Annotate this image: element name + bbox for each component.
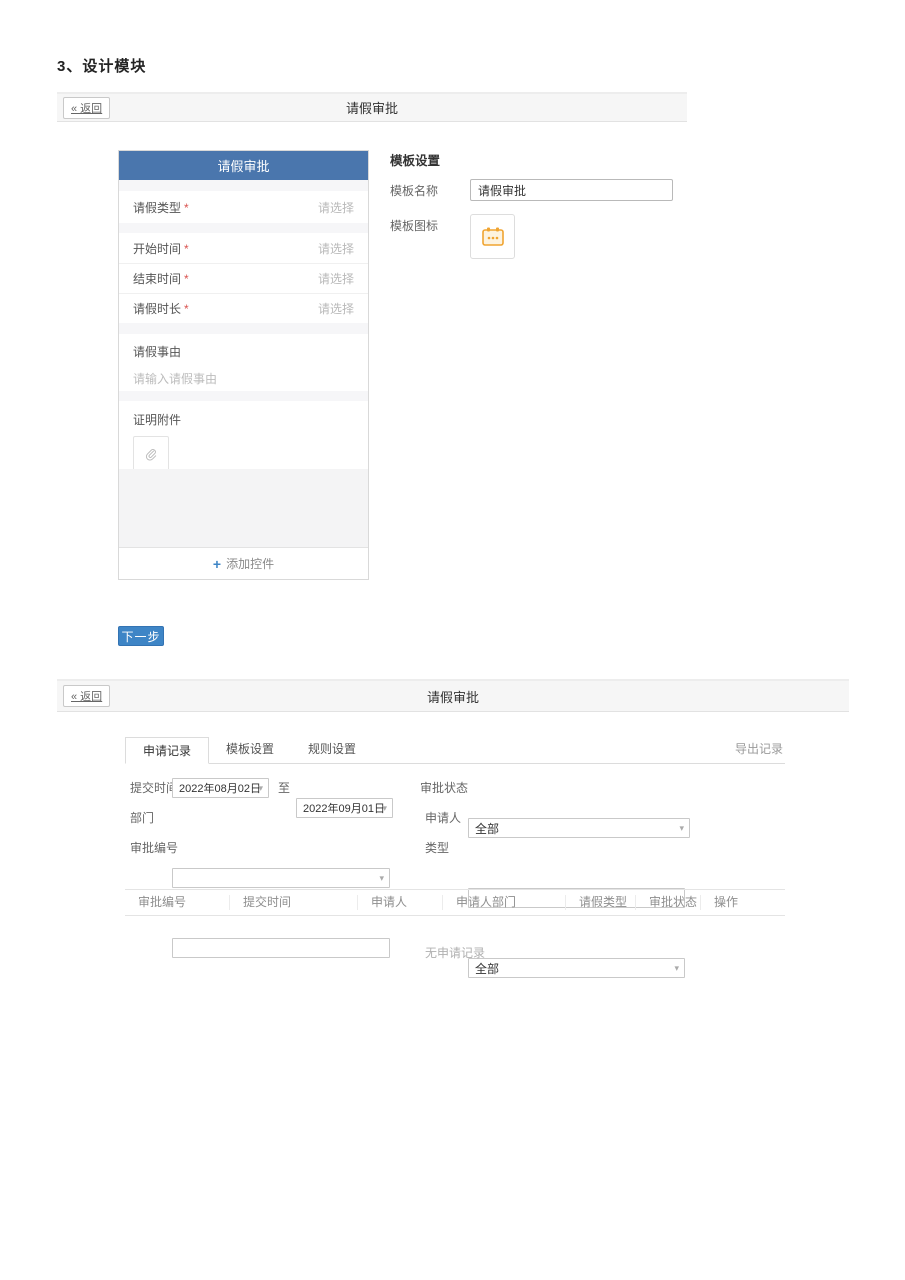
field-end-time[interactable]: 结束时间* 请选择 (119, 263, 368, 293)
column-header: 提交时间 (229, 895, 357, 910)
approval-status-label: 审批状态 (420, 778, 468, 798)
tab-template-settings[interactable]: 模板设置 (209, 736, 291, 763)
chevron-down-icon: ▾ (679, 823, 684, 834)
back-button[interactable]: « 返回 (63, 97, 110, 119)
date-from-value: 2022年08月02日 (179, 780, 261, 796)
field-label: 开始时间 (133, 242, 181, 256)
required-mark: * (184, 302, 189, 316)
department-label: 部门 (130, 808, 154, 828)
divider (119, 323, 368, 334)
submit-time-label: 提交时间 (130, 778, 178, 798)
type-select[interactable]: 全部 ▾ (468, 958, 685, 978)
designer-page-title: 请假审批 (57, 98, 687, 117)
chevron-down-icon: ▾ (379, 873, 384, 884)
column-header: 申请人 (357, 895, 442, 910)
tab-application-records[interactable]: 申请记录 (125, 737, 209, 764)
field-start-time[interactable]: 开始时间* 请选择 (119, 233, 368, 263)
plus-icon: + (213, 556, 221, 572)
column-header: 请假类型 (565, 895, 635, 910)
field-placeholder: 请选择 (318, 199, 354, 216)
field-label: 请假类型 (133, 201, 181, 215)
template-name-input[interactable] (470, 179, 673, 201)
form-preview-card: 请假审批 请假类型* 请选择 开始时间* 请选择 结束时间* 请选择 请假时长*… (118, 150, 369, 580)
field-placeholder: 请选择 (318, 240, 354, 257)
field-label: 证明附件 (133, 411, 354, 428)
chevron-down-icon: ▾ (382, 803, 387, 814)
calendar-icon (481, 226, 505, 248)
field-placeholder: 请选择 (318, 270, 354, 287)
field-leave-reason[interactable]: 请假事由 请输入请假事由 (119, 334, 368, 391)
back-button[interactable]: « 返回 (63, 685, 110, 707)
approval-status-value: 全部 (475, 820, 499, 837)
attachment-upload-button[interactable] (133, 436, 169, 472)
add-control-button[interactable]: + 添加控件 (119, 547, 368, 579)
field-leave-duration[interactable]: 请假时长* 请选择 (119, 293, 368, 323)
template-icon-label: 模板图标 (390, 217, 438, 234)
next-step-button[interactable]: 下一步 (118, 626, 164, 646)
divider (119, 391, 368, 401)
date-to-select[interactable]: 2022年09月01日 ▾ (296, 798, 393, 818)
field-placeholder: 请选择 (318, 300, 354, 317)
form-preview-empty-area (119, 469, 368, 547)
section-heading: 3、设计模块 (57, 55, 146, 76)
add-control-label: 添加控件 (226, 555, 274, 572)
date-to-value: 2022年09月01日 (303, 800, 385, 816)
column-header: 审批状态 (635, 895, 700, 910)
required-mark: * (184, 242, 189, 256)
records-header: 请假审批 « 返回 (57, 679, 849, 712)
designer-header: 请假审批 « 返回 (57, 92, 687, 122)
export-records-link[interactable]: 导出记录 (735, 740, 783, 757)
template-settings-heading: 模板设置 (390, 150, 440, 169)
field-attachment: 证明附件 (119, 401, 368, 469)
tab-rule-settings[interactable]: 规则设置 (291, 736, 373, 763)
divider (119, 180, 368, 191)
records-table-header: 审批编号 提交时间 申请人 申请人部门 请假类型 审批状态 操作 (125, 889, 785, 916)
required-mark: * (184, 272, 189, 286)
required-mark: * (184, 201, 189, 215)
column-header: 审批编号 (125, 895, 229, 910)
empty-records-text: 无申请记录 (125, 944, 785, 961)
date-from-select[interactable]: 2022年08月02日 ▾ (172, 778, 269, 798)
chevron-down-icon: ▾ (258, 783, 263, 794)
divider (119, 223, 368, 233)
department-select[interactable]: ▾ (172, 868, 390, 888)
field-label: 请假时长 (133, 302, 181, 316)
to-label: 至 (278, 778, 290, 798)
field-label: 结束时间 (133, 272, 181, 286)
form-preview-title: 请假审批 (119, 151, 368, 180)
field-label: 请假事由 (133, 343, 354, 360)
records-page-title: 请假审批 (57, 687, 849, 706)
applicant-label: 申请人 (425, 808, 461, 828)
field-placeholder: 请输入请假事由 (133, 370, 354, 387)
approval-no-label: 审批编号 (130, 838, 178, 858)
type-label: 类型 (425, 838, 449, 858)
template-name-label: 模板名称 (390, 182, 438, 199)
column-header: 申请人部门 (442, 895, 565, 910)
paperclip-icon (143, 446, 159, 462)
chevron-down-icon: ▾ (674, 963, 679, 974)
column-header: 操作 (700, 895, 785, 910)
template-icon-picker[interactable] (470, 214, 515, 259)
approval-status-select[interactable]: 全部 ▾ (468, 818, 690, 838)
records-tabbar: 申请记录 模板设置 规则设置 导出记录 (125, 737, 785, 764)
type-value: 全部 (475, 960, 499, 977)
field-leave-type[interactable]: 请假类型* 请选择 (119, 191, 368, 223)
